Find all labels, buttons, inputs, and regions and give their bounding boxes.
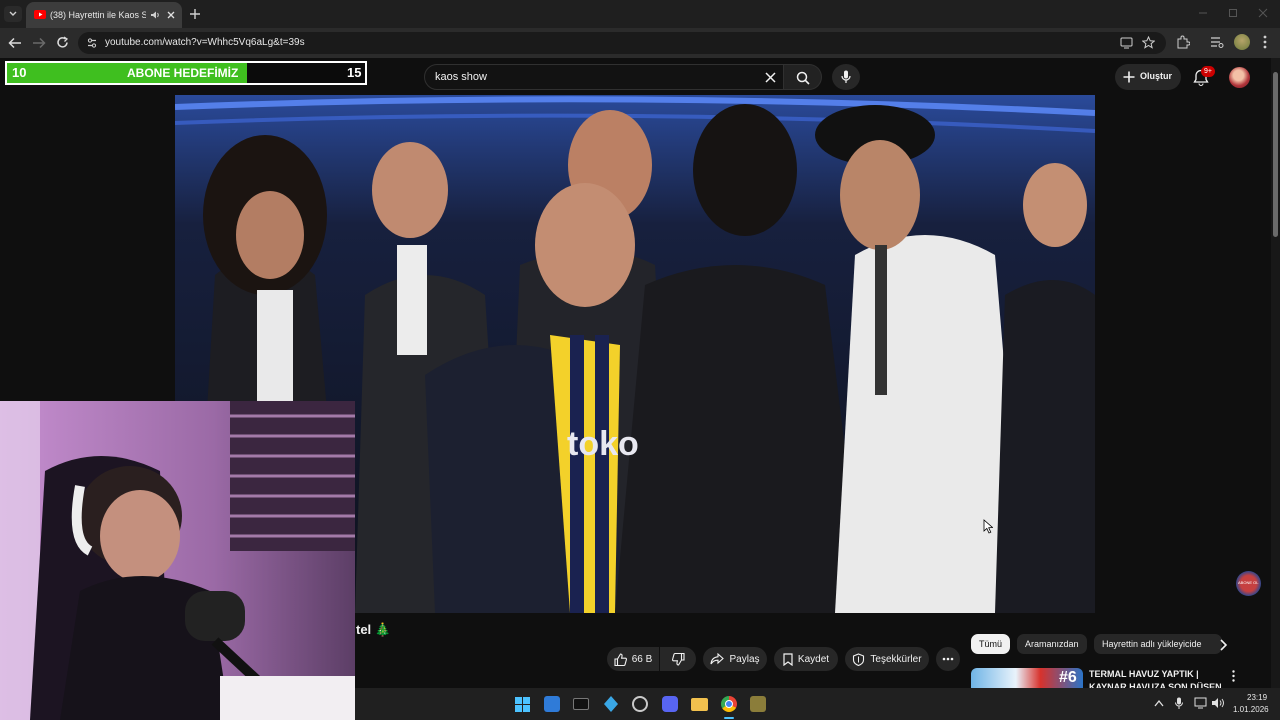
subscriber-goal-overlay: 10 ABONE HEDEFİMİZ 15 xyxy=(5,61,367,85)
minimize-window-icon[interactable] xyxy=(1198,8,1208,18)
watermark-text: ABONE OL xyxy=(1238,580,1259,585)
new-tab-plus-icon[interactable] xyxy=(189,8,201,20)
chip-all[interactable]: Tümü xyxy=(971,634,1011,654)
chip-uploader[interactable]: Hayrettin adlı yükleyicide xyxy=(1094,634,1222,654)
chevron-down-icon xyxy=(9,11,17,16)
chip-from-searches[interactable]: Aramanızdan xyxy=(1017,634,1087,654)
thumbs-up-icon xyxy=(614,652,627,666)
tab-title: (38) Hayrettin ile Kaos Show xyxy=(50,10,146,20)
restore-window-icon[interactable] xyxy=(1228,8,1238,18)
like-count: 66 B xyxy=(631,653,653,665)
task-app-icon-1[interactable] xyxy=(544,696,560,712)
recommendation-thumbnail[interactable]: #6 xyxy=(971,668,1083,688)
address-bar[interactable]: youtube.com/watch?v=Whhc5Vq6aLg&t=39s xyxy=(78,32,1166,54)
notification-badge: 9+ xyxy=(1201,66,1215,77)
webcam-frame xyxy=(0,401,355,720)
forward-arrow-icon[interactable] xyxy=(32,37,46,49)
cast-icon[interactable] xyxy=(1120,37,1133,49)
search-input[interactable]: kaos show xyxy=(435,71,487,83)
tray-chevron-up-icon[interactable] xyxy=(1154,699,1164,707)
search-button[interactable] xyxy=(784,64,822,90)
discord-icon[interactable] xyxy=(662,696,678,712)
save-button[interactable]: Kaydet xyxy=(774,647,838,671)
speaker-icon[interactable] xyxy=(150,10,160,20)
dislike-button[interactable] xyxy=(660,647,696,671)
profile-avatar[interactable] xyxy=(1234,34,1250,50)
thanks-button[interactable]: Teşekkürler xyxy=(845,647,929,671)
account-avatar[interactable] xyxy=(1229,67,1250,88)
create-label: Oluştur xyxy=(1140,71,1173,81)
tab-list-button[interactable] xyxy=(4,6,22,22)
clock-date[interactable]: 1.01.2026 xyxy=(1233,705,1269,714)
clock-time[interactable]: 23:19 xyxy=(1247,693,1267,702)
back-arrow-icon[interactable] xyxy=(8,37,22,49)
chip-uploader-label: Hayrettin adlı yükleyicide xyxy=(1102,639,1202,649)
microphone-icon xyxy=(841,70,851,83)
site-info-icon[interactable] xyxy=(86,37,98,49)
task-app-icon-8[interactable] xyxy=(750,696,766,712)
task-app-icon-2[interactable] xyxy=(573,698,589,710)
goal-target-count: 15 xyxy=(347,65,362,80)
tray-network-icon[interactable] xyxy=(1194,697,1207,709)
url-text: youtube.com/watch?v=Whhc5Vq6aLg&t=39s xyxy=(105,37,305,48)
shirt-text: toko xyxy=(567,425,639,463)
windows-start-icon[interactable] xyxy=(515,697,530,712)
like-button[interactable]: 66 B xyxy=(607,647,659,671)
media-control-icon[interactable] xyxy=(1210,36,1224,48)
goal-current-count: 10 xyxy=(12,65,27,80)
thumbs-down-icon xyxy=(671,652,685,666)
scrollbar-thumb[interactable] xyxy=(1273,72,1278,237)
chevron-right-icon[interactable] xyxy=(1218,639,1228,651)
page-scrollbar[interactable] xyxy=(1271,58,1280,688)
task-app-icon-3[interactable] xyxy=(604,696,618,712)
tray-volume-icon[interactable] xyxy=(1211,697,1225,709)
task-app-icon-4[interactable] xyxy=(632,696,648,712)
share-icon xyxy=(710,653,725,665)
video-title: tel 🎄 xyxy=(356,622,391,637)
notifications-button[interactable]: 9+ xyxy=(1191,66,1215,88)
file-explorer-icon[interactable] xyxy=(691,698,708,711)
super-thanks-icon xyxy=(853,652,865,666)
search-icon xyxy=(796,71,810,85)
share-button[interactable]: Paylaş xyxy=(703,647,767,671)
extensions-puzzle-icon[interactable] xyxy=(1176,35,1190,49)
browser-tab-active[interactable]: (38) Hayrettin ile Kaos Show xyxy=(26,2,182,28)
bookmark-star-icon[interactable] xyxy=(1142,36,1155,49)
goal-label: ABONE HEDEFİMİZ xyxy=(127,66,239,80)
recommendation-title-line1[interactable]: TERMAL HAVUZ YAPTIK | xyxy=(1089,669,1199,679)
bookmark-icon xyxy=(783,652,793,666)
chrome-icon[interactable] xyxy=(721,696,737,712)
voice-search-button[interactable] xyxy=(832,64,860,90)
streamer-webcam xyxy=(0,401,355,720)
browser-menu-icon[interactable] xyxy=(1262,35,1268,49)
chrome-active-indicator xyxy=(724,717,734,719)
clear-search-icon[interactable] xyxy=(765,72,776,83)
mouse-cursor-icon xyxy=(983,519,993,534)
youtube-favicon-icon xyxy=(34,10,46,19)
create-button[interactable]: Oluştur xyxy=(1115,64,1181,90)
more-actions-button[interactable] xyxy=(936,647,960,671)
reload-icon[interactable] xyxy=(56,36,69,49)
recommendation-menu-icon[interactable] xyxy=(1231,670,1236,682)
chrome-icon-center xyxy=(725,700,733,708)
share-label: Paylaş xyxy=(729,653,760,665)
close-tab-icon[interactable] xyxy=(166,10,176,20)
search-box[interactable]: kaos show xyxy=(424,64,784,90)
channel-watermark-badge[interactable]: ABONE OL xyxy=(1236,571,1261,596)
thanks-label: Teşekkürler xyxy=(870,653,922,665)
tray-microphone-icon[interactable] xyxy=(1175,697,1183,710)
browser-tab-strip: (38) Hayrettin ile Kaos Show xyxy=(0,0,1280,28)
save-label: Kaydet xyxy=(797,653,830,665)
close-window-icon[interactable] xyxy=(1258,8,1268,18)
more-horizontal-icon xyxy=(942,657,954,661)
windows-taskbar: 23:19 1.01.2026 xyxy=(355,688,1280,720)
plus-icon xyxy=(1123,71,1135,83)
thumbnail-badge: #6 xyxy=(1059,669,1077,686)
